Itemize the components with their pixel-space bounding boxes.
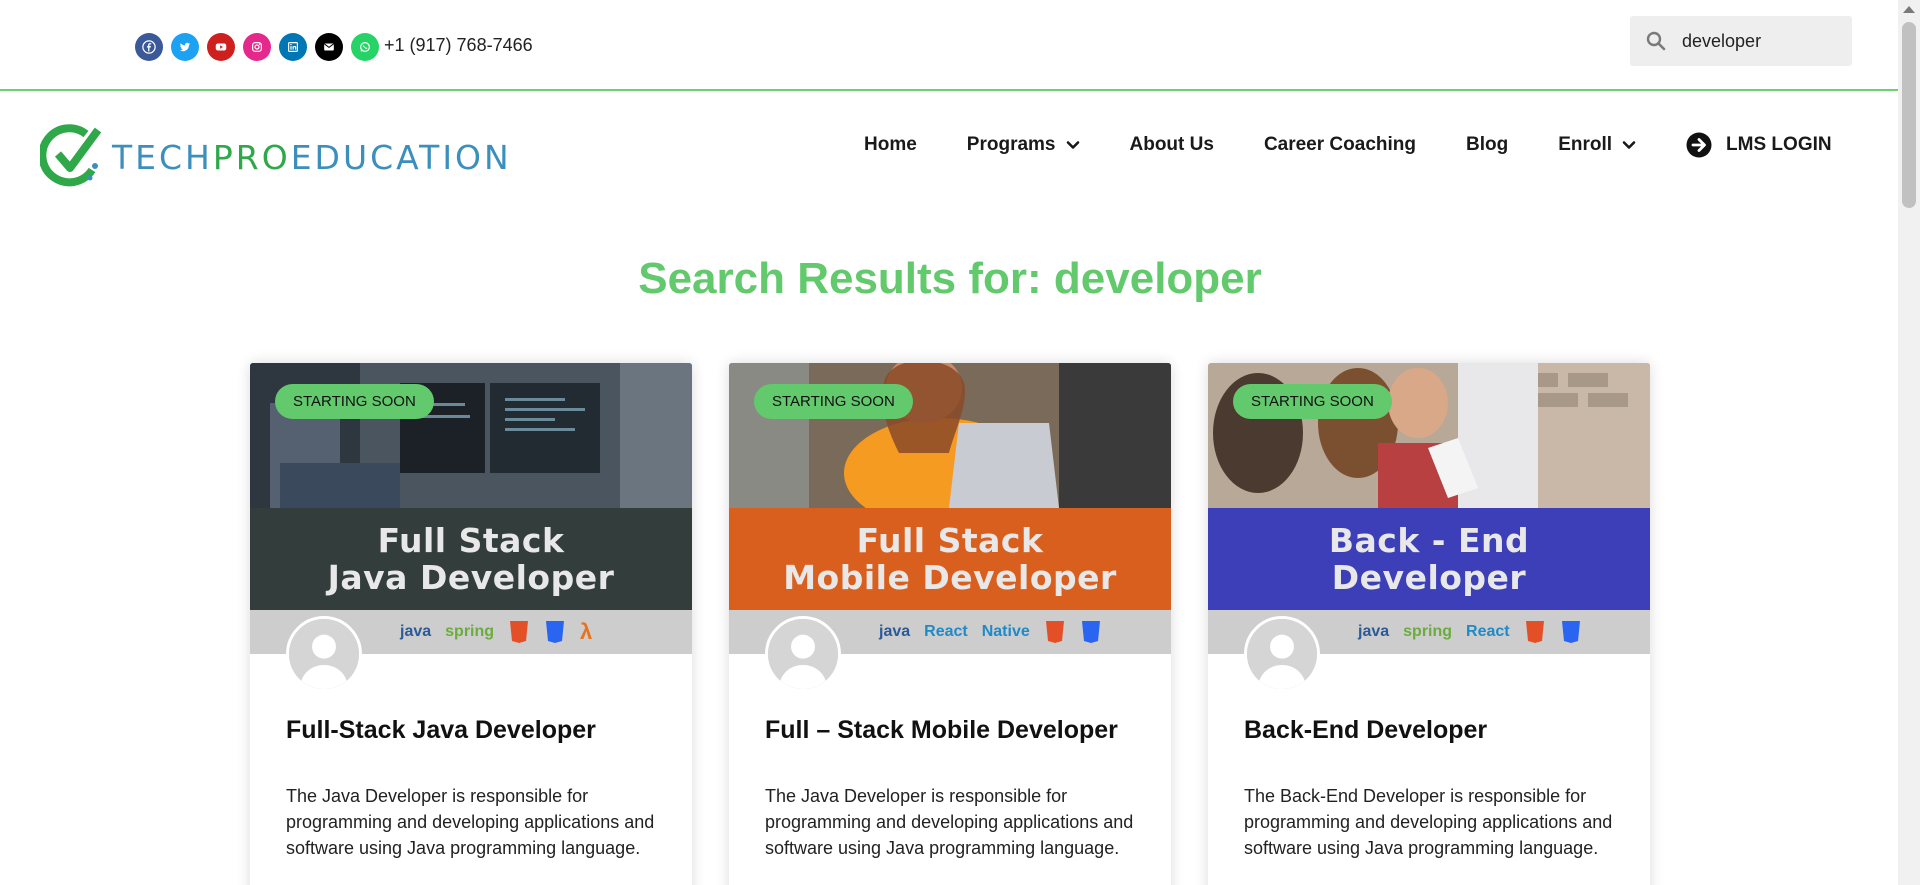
tech-native: Native bbox=[981, 623, 1030, 640]
page-scrollbar[interactable] bbox=[1898, 0, 1920, 885]
banner-line-2: Mobile Developer bbox=[783, 558, 1117, 597]
card-title[interactable]: Full – Stack Mobile Developer bbox=[765, 716, 1145, 745]
logo-text-education: EDUCATION bbox=[290, 137, 512, 177]
card-image[interactable]: Full Stack Mobile Developer java React N… bbox=[729, 363, 1171, 654]
page-title: Search Results for: developer bbox=[638, 254, 1262, 303]
search-box[interactable] bbox=[1630, 16, 1852, 66]
top-bar: +1 (917) 768-7466 bbox=[0, 0, 1898, 91]
tech-react: React bbox=[924, 623, 968, 640]
nav-programs-label: Programs bbox=[966, 134, 1056, 155]
chevron-down-icon bbox=[1622, 141, 1636, 149]
css3-icon bbox=[1081, 621, 1100, 643]
card-description: The Java Developer is responsible for pr… bbox=[286, 786, 655, 858]
banner-line-1: Back - End bbox=[1328, 521, 1530, 560]
card-title[interactable]: Back-End Developer bbox=[1244, 716, 1624, 745]
card-description: The Back-End Developer is responsible fo… bbox=[1244, 786, 1613, 858]
card-banner: Full Stack Mobile Developer bbox=[729, 508, 1171, 610]
youtube-icon[interactable] bbox=[207, 33, 235, 61]
search-input[interactable] bbox=[1682, 30, 1842, 52]
envelope-icon[interactable] bbox=[315, 33, 343, 61]
status-badge: STARTING SOON bbox=[1233, 384, 1392, 419]
card-banner: Full Stack Java Developer bbox=[250, 508, 692, 610]
logo-check-icon bbox=[40, 124, 102, 187]
avatar bbox=[765, 616, 841, 692]
nav-enroll[interactable]: Enroll bbox=[1558, 134, 1636, 156]
phone-number[interactable]: +1 (917) 768-7466 bbox=[384, 35, 533, 56]
program-card[interactable]: Back - End Developer java spring React S… bbox=[1208, 363, 1650, 885]
logo-text-pro: PRO bbox=[212, 137, 291, 177]
css3-icon bbox=[546, 621, 565, 643]
scroll-up-arrow-icon[interactable] bbox=[1903, 6, 1915, 13]
avatar bbox=[1244, 616, 1320, 692]
tech-spring: spring bbox=[1403, 623, 1453, 640]
lambda-icon: λ bbox=[580, 619, 593, 644]
nav-home[interactable]: Home bbox=[864, 134, 917, 156]
card-title[interactable]: Full-Stack Java Developer bbox=[286, 716, 666, 745]
logo-text-tech: TECH bbox=[112, 137, 213, 177]
program-card[interactable]: Full Stack Java Developer java spring λ … bbox=[250, 363, 692, 885]
facebook-icon[interactable] bbox=[135, 33, 163, 61]
scrollbar-thumb[interactable] bbox=[1902, 22, 1916, 208]
card-image[interactable]: Full Stack Java Developer java spring λ … bbox=[250, 363, 692, 654]
program-card[interactable]: Full Stack Mobile Developer java React N… bbox=[729, 363, 1171, 885]
lms-login-link[interactable]: LMS LOGIN bbox=[1686, 132, 1832, 158]
card-banner: Back - End Developer bbox=[1208, 508, 1650, 610]
chevron-down-icon bbox=[1066, 141, 1079, 149]
nav-career-coaching[interactable]: Career Coaching bbox=[1264, 134, 1416, 156]
tech-spring: spring bbox=[445, 623, 495, 640]
avatar bbox=[286, 616, 362, 692]
banner-line-2: Java Developer bbox=[327, 558, 615, 597]
status-badge: STARTING SOON bbox=[754, 384, 913, 419]
twitter-icon[interactable] bbox=[171, 33, 199, 61]
arrow-circle-right-icon bbox=[1686, 132, 1712, 158]
social-links bbox=[135, 33, 379, 61]
whatsapp-icon[interactable] bbox=[351, 33, 379, 61]
html5-icon bbox=[510, 621, 529, 643]
card-description: The Java Developer is responsible for pr… bbox=[765, 786, 1134, 858]
html5-icon bbox=[1525, 621, 1544, 643]
html5-icon bbox=[1045, 621, 1064, 643]
tech-react: React bbox=[1466, 623, 1510, 640]
site-logo[interactable]: TECHPROEDUCATION bbox=[40, 118, 610, 190]
css3-icon bbox=[1561, 621, 1580, 643]
instagram-icon[interactable] bbox=[243, 33, 271, 61]
banner-line-2: Developer bbox=[1331, 558, 1527, 597]
nav-enroll-label: Enroll bbox=[1558, 134, 1613, 155]
lms-login-label: LMS LOGIN bbox=[1726, 134, 1832, 155]
search-icon[interactable] bbox=[1646, 30, 1668, 52]
banner-line-1: Full Stack bbox=[856, 521, 1044, 560]
nav-blog[interactable]: Blog bbox=[1466, 134, 1508, 156]
tech-java: java bbox=[1358, 623, 1390, 640]
logo-text: TECHPROEDUCATION bbox=[112, 138, 512, 177]
status-badge: STARTING SOON bbox=[275, 384, 434, 419]
tech-java: java bbox=[879, 623, 911, 640]
banner-line-1: Full Stack bbox=[377, 521, 565, 560]
main-nav: Home Programs About Us Career Coaching B… bbox=[864, 130, 1832, 160]
nav-about[interactable]: About Us bbox=[1130, 134, 1214, 156]
linkedin-icon[interactable] bbox=[279, 33, 307, 61]
nav-programs[interactable]: Programs bbox=[967, 134, 1080, 156]
tech-java: java bbox=[400, 623, 432, 640]
card-image[interactable]: Back - End Developer java spring React S… bbox=[1208, 363, 1650, 654]
